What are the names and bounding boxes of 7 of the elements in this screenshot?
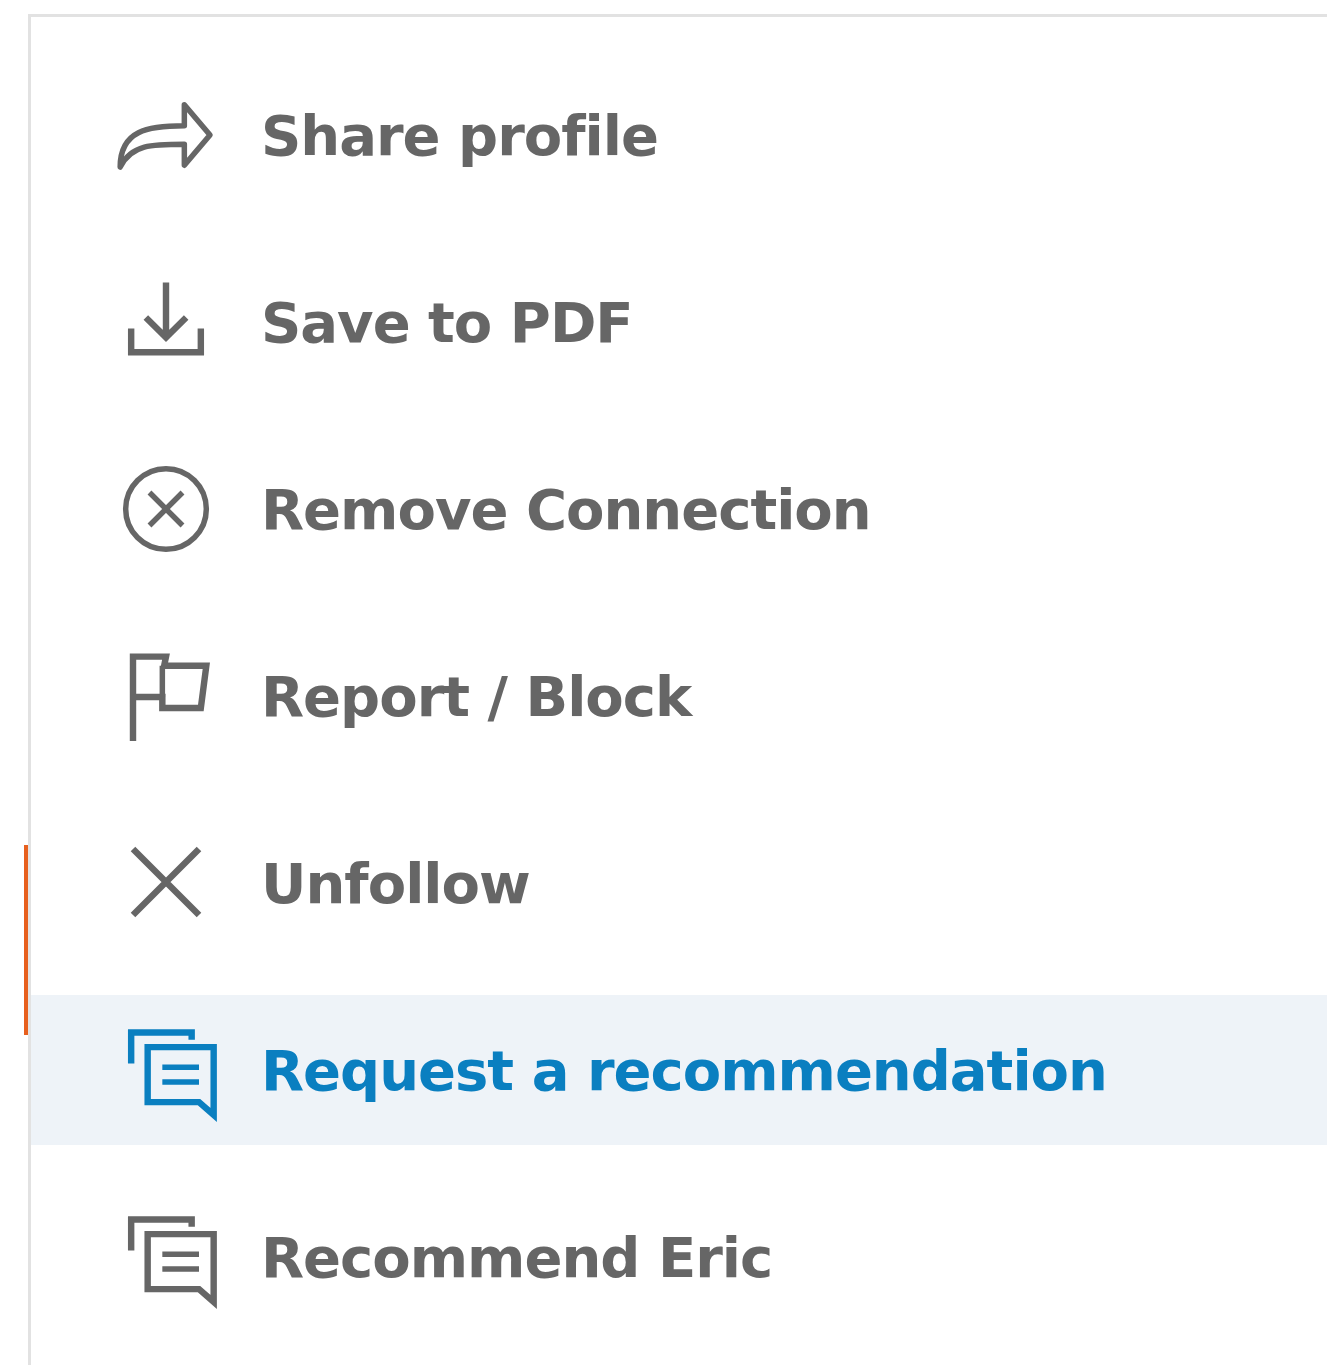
menu-item[interactable]: Recommend Eric: [31, 1182, 1327, 1332]
menu-item[interactable]: Request a recommendation: [31, 995, 1327, 1145]
menu-item[interactable]: Remove Connection: [31, 434, 1327, 584]
menu-item[interactable]: Save to PDF: [31, 247, 1327, 397]
menu-item[interactable]: Report / Block: [31, 621, 1327, 771]
menu-item[interactable]: Share profile: [31, 60, 1327, 210]
menu-item[interactable]: Unfollow: [31, 808, 1327, 958]
